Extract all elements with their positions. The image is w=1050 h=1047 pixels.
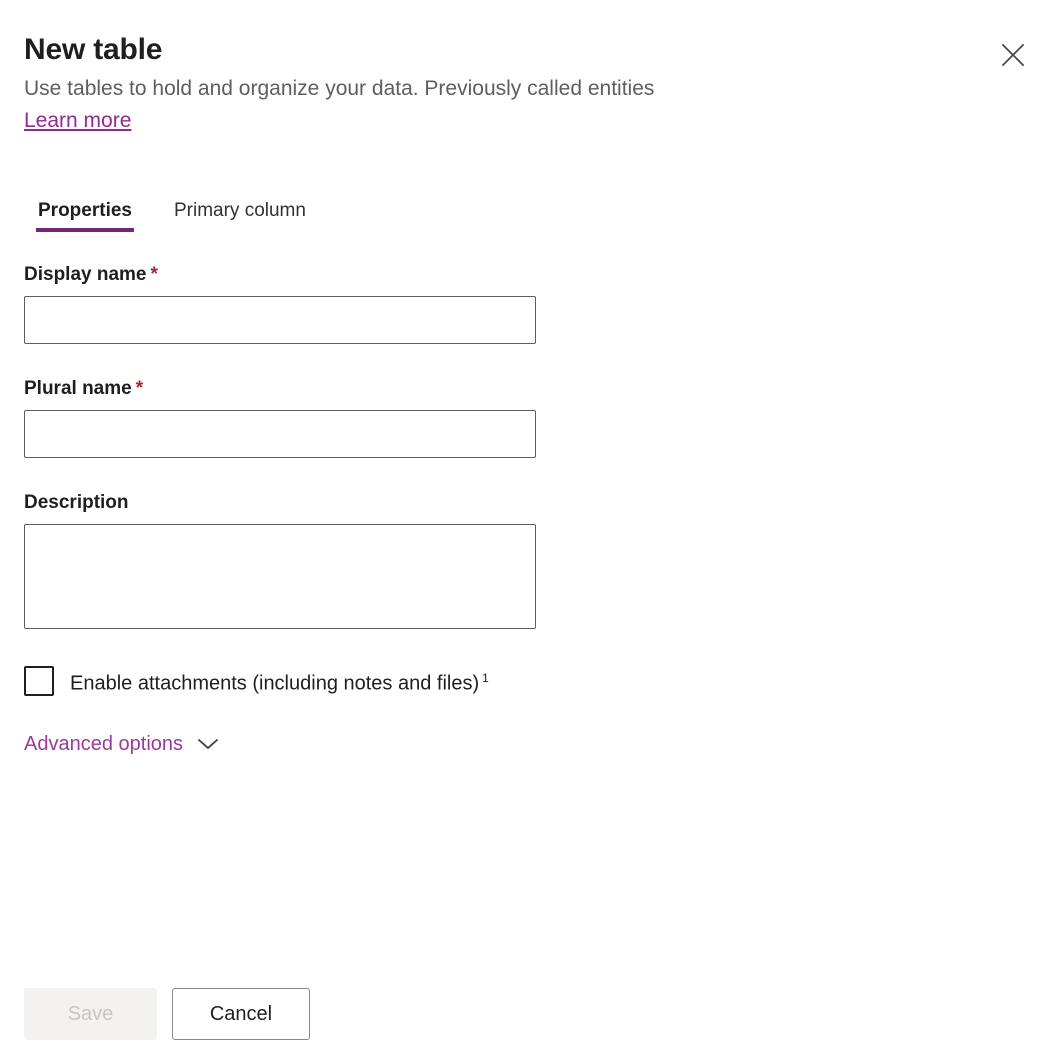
display-name-label-text: Display name [24,264,147,285]
plural-name-required-marker: * [136,378,143,399]
display-name-required-marker: * [151,264,158,285]
cancel-button[interactable]: Cancel [172,988,310,1040]
plural-name-input[interactable] [24,410,536,458]
advanced-options-toggle[interactable]: Advanced options [24,731,219,757]
dialog-footer: Save Cancel [24,988,310,1040]
plural-name-label: Plural name* [24,376,624,402]
plural-name-field: Plural name* [24,376,624,458]
advanced-options-label: Advanced options [24,731,183,757]
description-field: Description [24,490,624,629]
close-icon [1000,42,1026,68]
learn-more-link[interactable]: Learn more [24,106,131,135]
page-title: New table [24,30,1026,70]
enable-attachments-label-text: Enable attachments (including notes and … [70,673,479,695]
tab-properties[interactable]: Properties [30,196,140,232]
footnote-marker: 1 [482,671,489,685]
spacer-1 [24,344,624,376]
tab-list: Properties Primary column [30,196,314,232]
display-name-field: Display name* [24,262,624,344]
spacer-2 [24,458,624,490]
tab-primary-column[interactable]: Primary column [166,196,314,232]
chevron-down-icon [197,737,219,751]
tab-primary-column-label: Primary column [174,200,306,221]
enable-attachments-label: Enable attachments (including notes and … [70,665,489,697]
close-button[interactable] [992,34,1034,76]
description-label: Description [24,490,624,516]
properties-form: Display name* Plural name* Description E… [24,262,624,757]
display-name-label: Display name* [24,262,624,288]
dialog-subtitle: Use tables to hold and organize your dat… [24,74,1026,104]
save-button[interactable]: Save [24,988,157,1040]
dialog-header: New table Use tables to hold and organiz… [24,30,1026,135]
display-name-input[interactable] [24,296,536,344]
tab-properties-label: Properties [38,200,132,221]
new-table-dialog: New table Use tables to hold and organiz… [0,0,1050,1047]
enable-attachments-checkbox[interactable]: Enable attachments (including notes and … [24,665,489,697]
description-input[interactable] [24,524,536,629]
plural-name-label-text: Plural name [24,378,132,399]
checkbox-box-icon [24,666,54,696]
